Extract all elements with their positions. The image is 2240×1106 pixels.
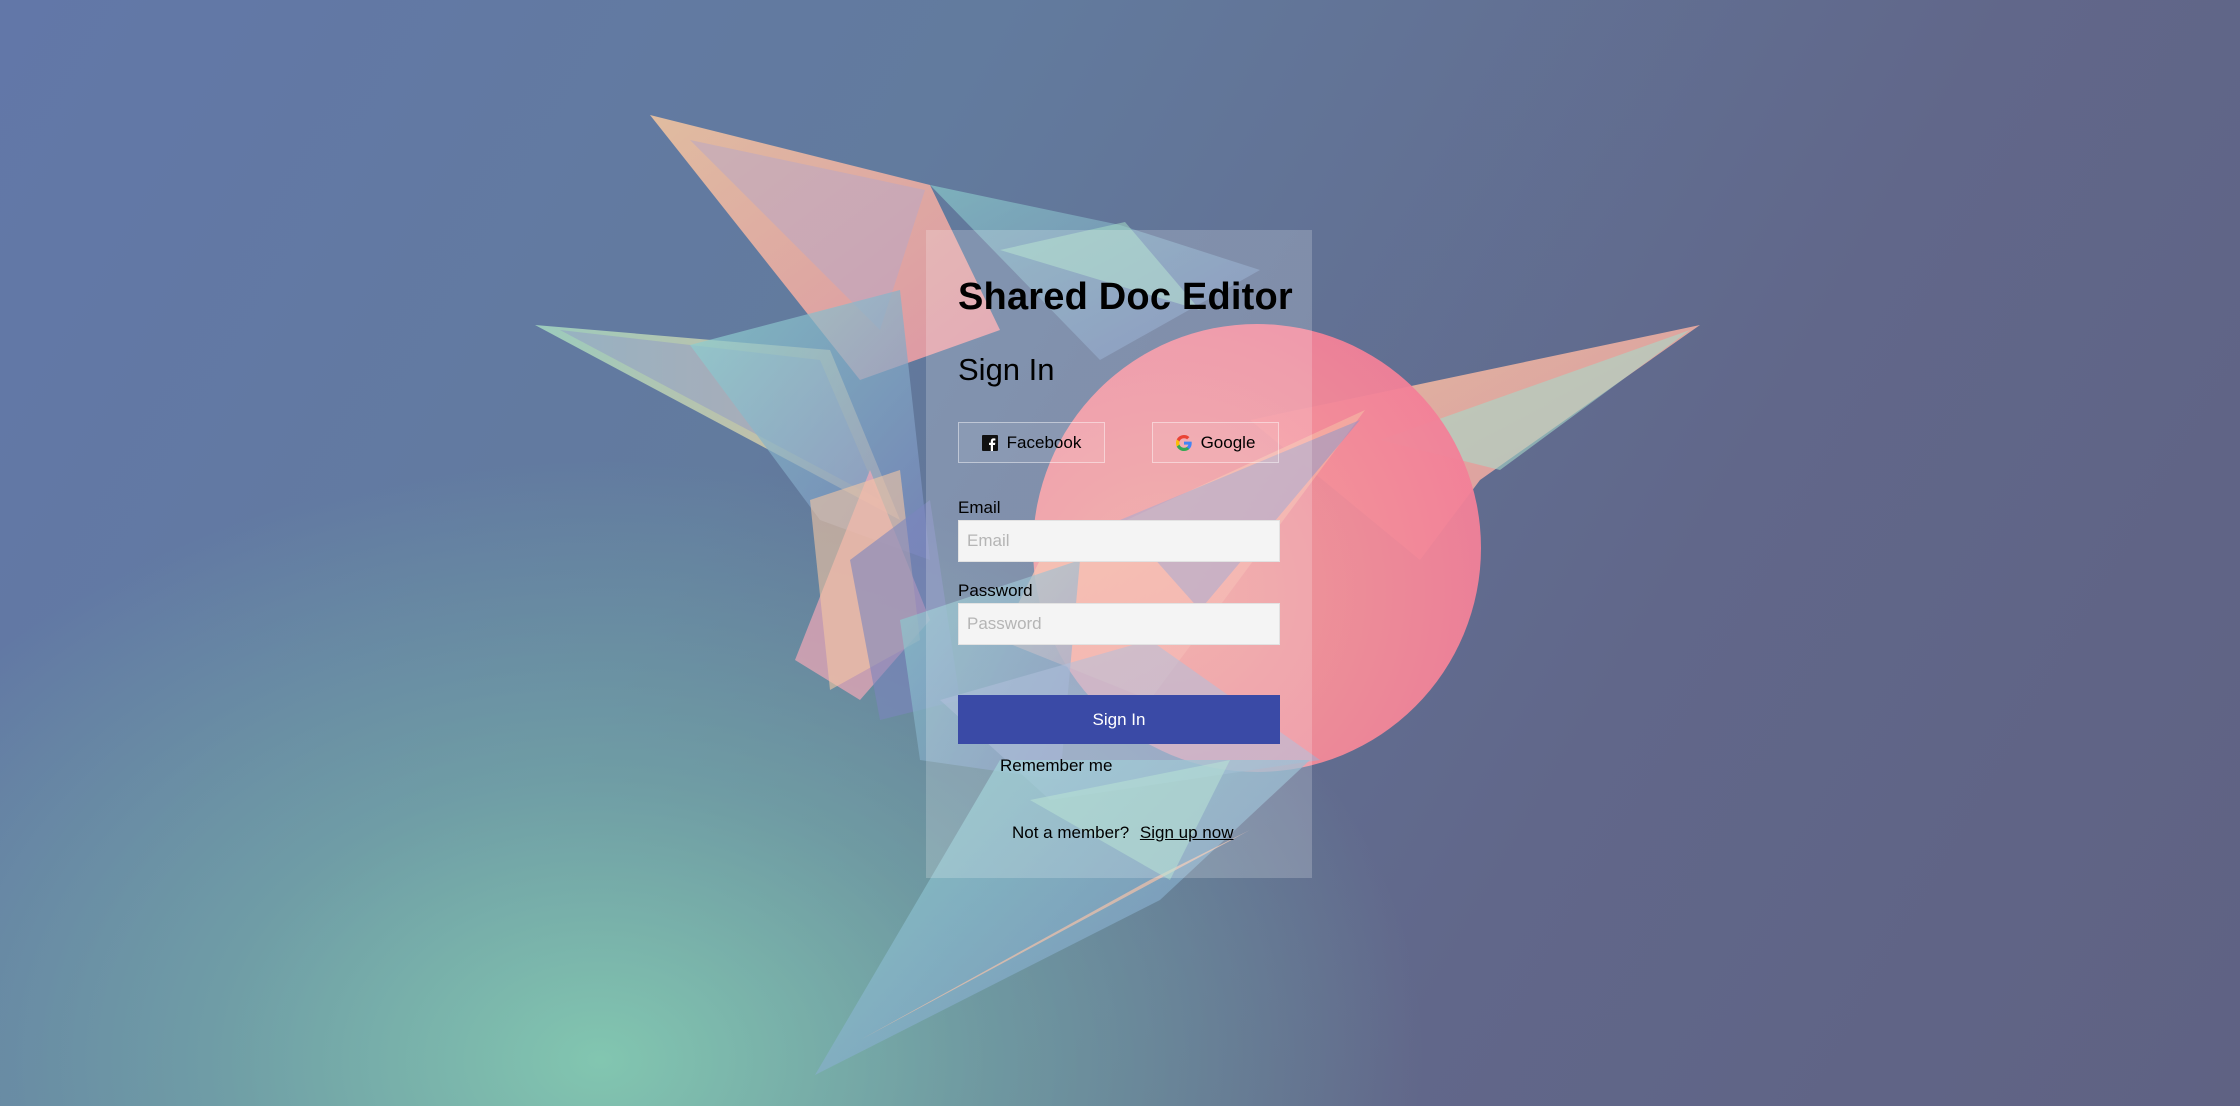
signup-prompt-line: Not a member? Sign up now <box>1012 823 1233 843</box>
facebook-icon <box>981 434 998 451</box>
form-title: Sign In <box>958 352 1055 387</box>
remember-me-checkbox[interactable]: Remember me <box>958 755 1112 777</box>
sign-in-button[interactable]: Sign In <box>958 695 1280 744</box>
password-field[interactable] <box>958 603 1280 645</box>
app-title: Shared Doc Editor <box>958 276 1293 318</box>
google-icon <box>1175 434 1192 451</box>
facebook-label: Facebook <box>1006 432 1082 452</box>
signup-prompt: Not a member? <box>1012 823 1130 842</box>
email-label: Email <box>958 498 1001 517</box>
password-label: Password <box>958 581 1033 600</box>
email-field[interactable] <box>958 520 1280 562</box>
sign-up-link[interactable]: Sign up now <box>1140 823 1234 842</box>
facebook-login-button[interactable]: Facebook <box>958 422 1105 463</box>
remember-me-label: Remember me <box>1000 756 1113 775</box>
google-label: Google <box>1200 432 1256 452</box>
checkbox-box[interactable] <box>960 758 976 774</box>
google-login-button[interactable]: Google <box>1152 422 1279 463</box>
